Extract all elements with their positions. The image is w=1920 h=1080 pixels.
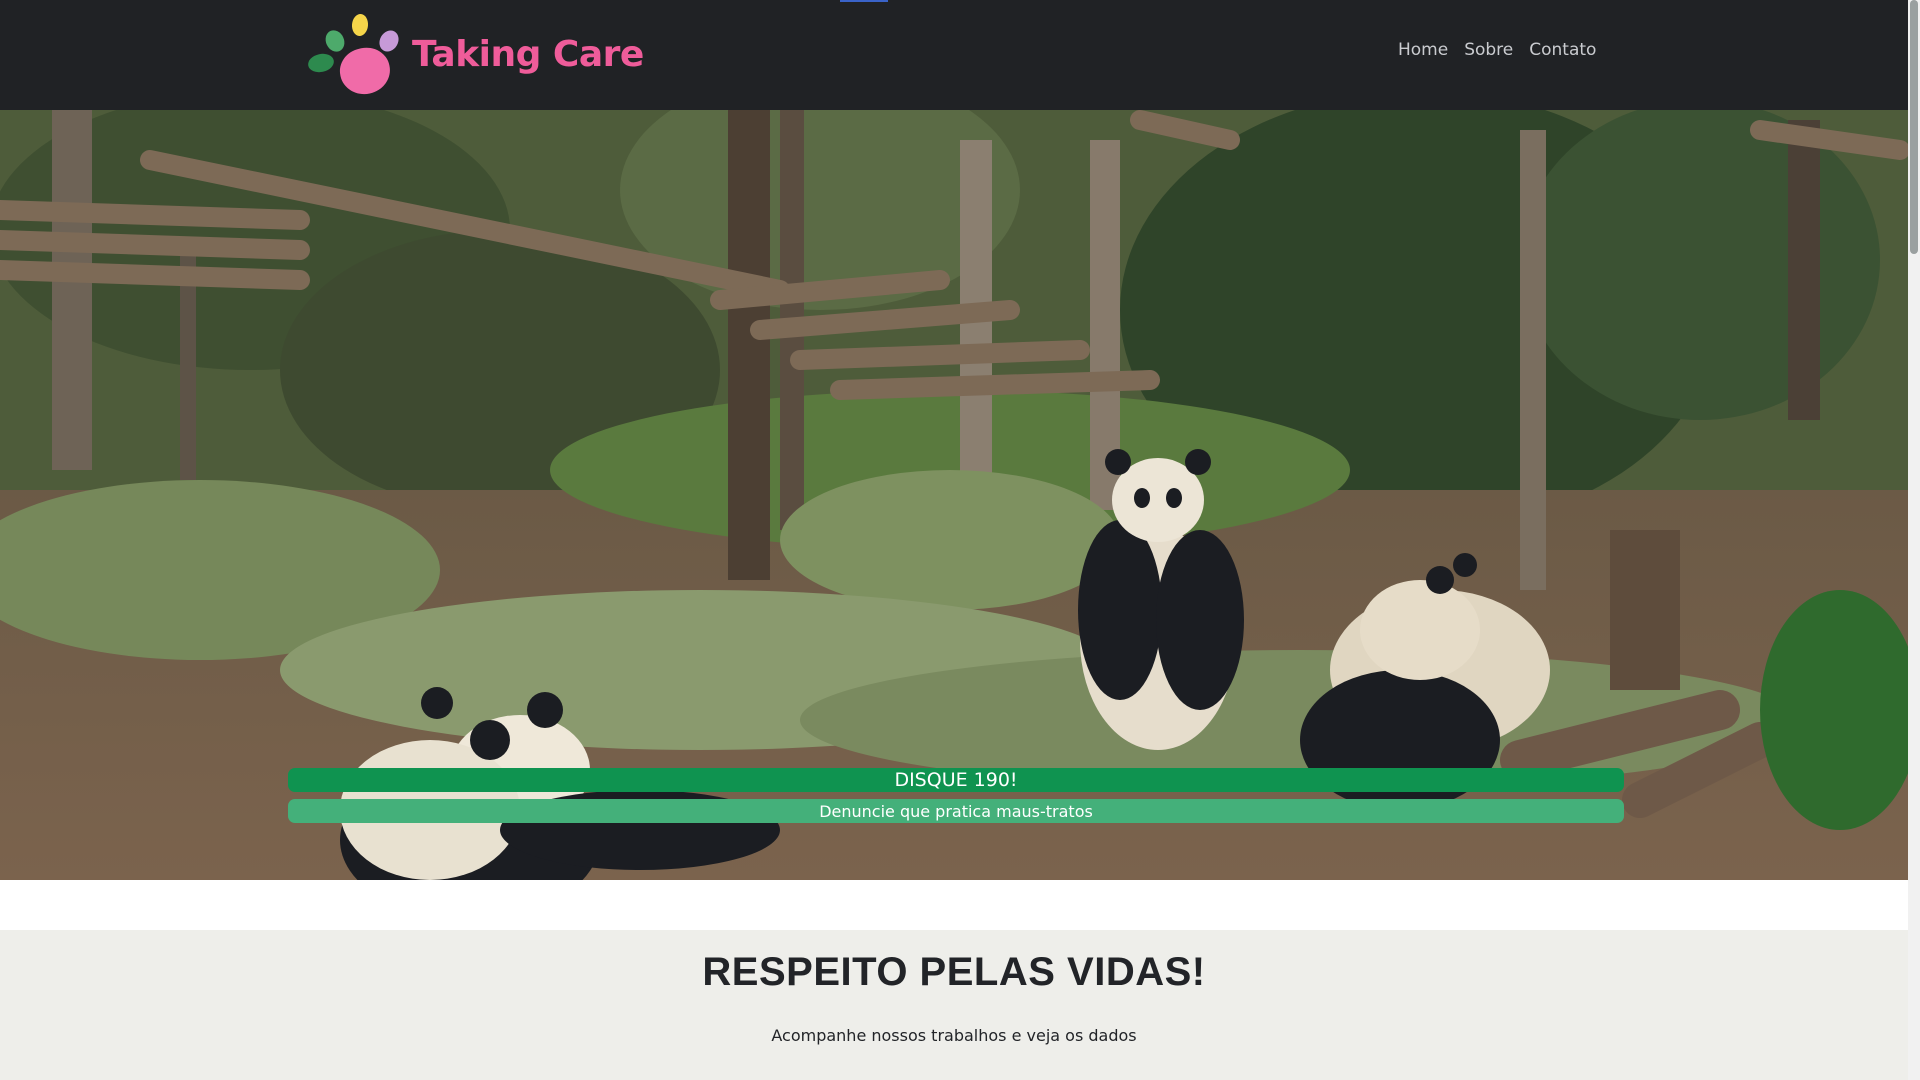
nav-link-sobre[interactable]: Sobre — [1464, 40, 1513, 60]
nav-link-contato[interactable]: Contato — [1529, 40, 1596, 60]
scrollbar-thumb[interactable] — [1910, 0, 1918, 254]
nav-links: Home Sobre Contato — [1398, 40, 1596, 60]
hero-section: DISQUE 190! Denuncie que pratica maus-tr… — [0, 110, 1908, 880]
section-subtitle: Acompanhe nossos trabalhos e veja os dad… — [771, 1026, 1137, 1045]
brand-name: Taking Care — [412, 33, 644, 75]
brand-logo-link[interactable]: Taking Care — [306, 12, 644, 99]
spacer — [0, 880, 1908, 930]
nav-link-home[interactable]: Home — [1398, 40, 1448, 60]
navbar: Taking Care Home Sobre Contato — [0, 0, 1908, 110]
report-banner: Denuncie que pratica maus-tratos — [288, 799, 1624, 823]
top-accent-bar — [840, 0, 888, 2]
respect-section: RESPEITO PELAS VIDAS! Acompanhe nossos t… — [0, 930, 1908, 1080]
section-title: RESPEITO PELAS VIDAS! — [702, 950, 1206, 994]
paw-icon — [306, 12, 403, 99]
page-scrollbar[interactable] — [1908, 0, 1920, 1080]
hero-image — [0, 110, 1908, 880]
hotline-banner[interactable]: DISQUE 190! — [288, 768, 1624, 792]
